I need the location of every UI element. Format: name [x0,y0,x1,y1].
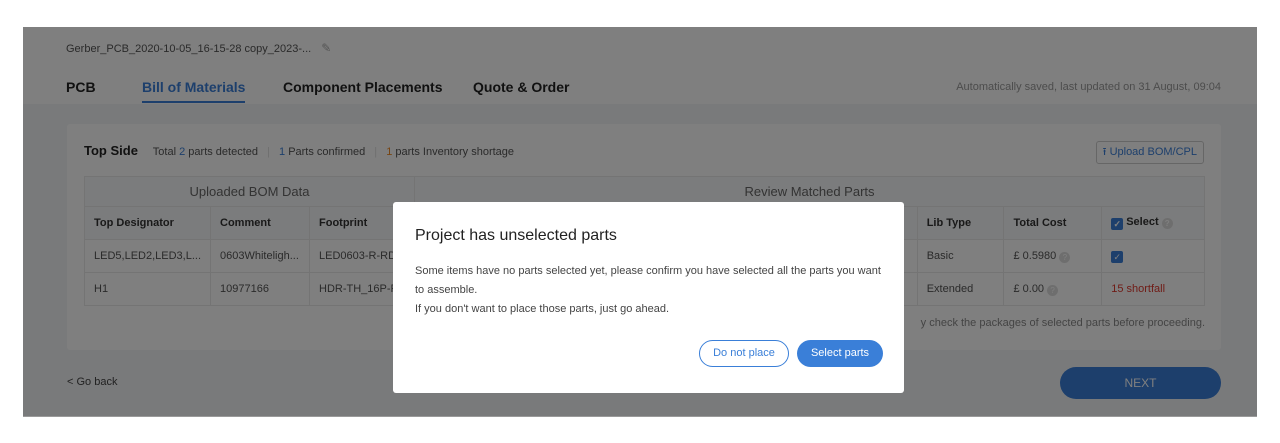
dialog-title: Project has unselected parts [415,227,617,244]
app-frame: Gerber_PCB_2020-10-05_16-15-28 copy_2023… [23,27,1257,417]
dialog-message-line-1: Some items have no parts selected yet, p… [415,265,881,296]
dialog-message: Some items have no parts selected yet, p… [415,262,885,319]
unselected-parts-dialog: Project has unselected parts Some items … [393,202,904,393]
do-not-place-button[interactable]: Do not place [699,340,789,367]
select-parts-button[interactable]: Select parts [797,340,883,367]
dialog-message-line-2: If you don't want to place those parts, … [415,303,670,315]
